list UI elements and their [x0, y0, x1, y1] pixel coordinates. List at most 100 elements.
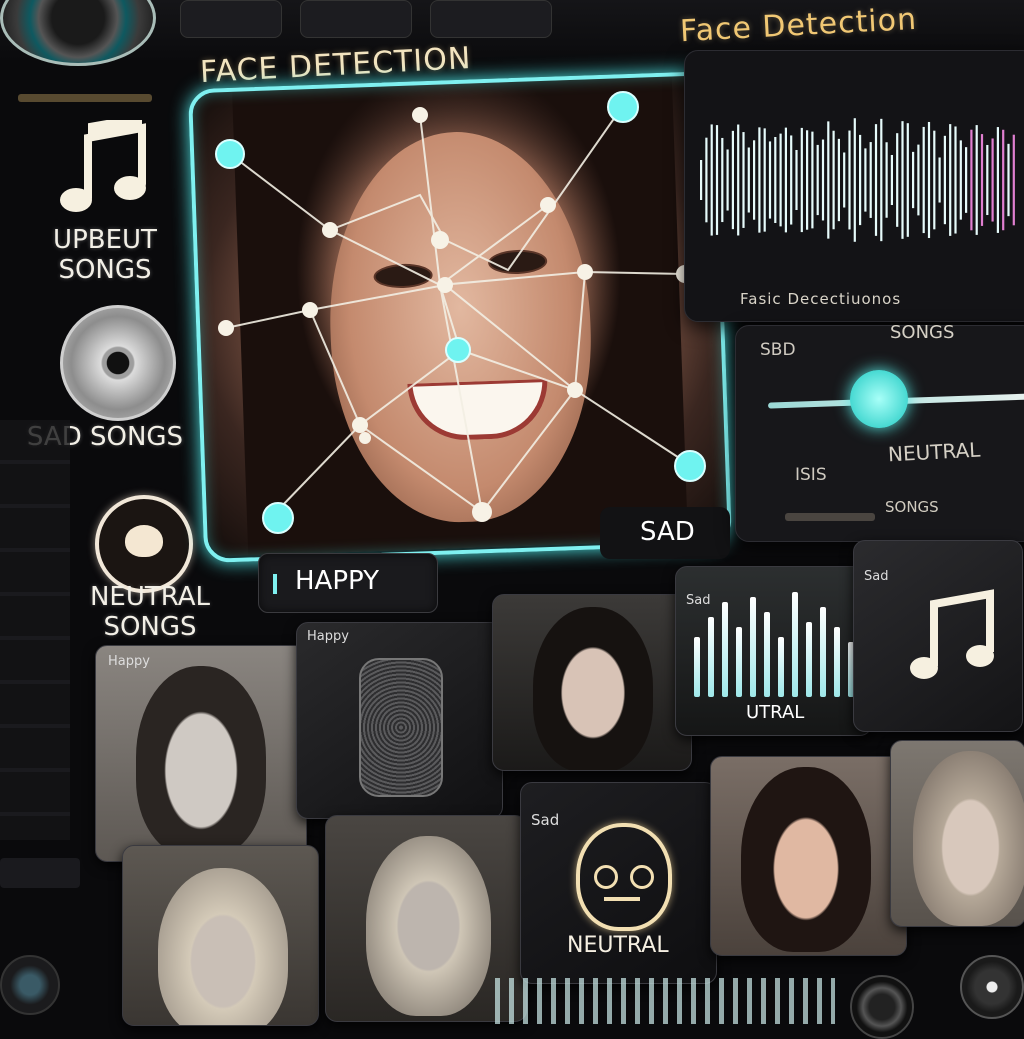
waveform-line	[774, 137, 777, 223]
waveform-line	[742, 132, 745, 228]
waveform-line	[832, 130, 835, 230]
waveform-line	[768, 141, 772, 219]
waveform-line	[821, 139, 825, 221]
songs-footer-bar	[785, 513, 875, 521]
waveform-line	[922, 126, 925, 234]
waveform-line	[959, 140, 962, 220]
waveform-line	[965, 147, 968, 213]
tile-brunette-face[interactable]	[710, 756, 907, 956]
waveform-line	[758, 127, 761, 233]
waveform-line	[864, 148, 867, 212]
sad-chip[interactable]: SAD	[600, 507, 730, 559]
waveform-caption: Fasic Decectiuonos	[740, 290, 902, 308]
sidebar-item-label: UPBEUT SONGS	[53, 225, 157, 285]
bottom-right-knob-icon[interactable]	[960, 955, 1024, 1019]
waveform-line	[721, 137, 724, 223]
tile-caption: UTRAL	[746, 702, 805, 723]
tile-caption: NEUTRAL	[567, 933, 669, 958]
left-edge-strip	[0, 420, 70, 840]
waveform-line	[943, 135, 946, 225]
tile-happy-microphone[interactable]: Happy	[296, 622, 503, 819]
waveform-line	[726, 149, 729, 211]
tile-light-face[interactable]	[890, 740, 1024, 927]
waveform-line	[954, 126, 957, 234]
waveform-line	[927, 121, 931, 239]
face-portrait	[366, 836, 491, 1016]
waveform-line	[859, 134, 862, 226]
sad-label: SAD	[640, 517, 695, 547]
waveform-line	[747, 147, 750, 213]
emotion-slider-thumb[interactable]	[850, 370, 908, 428]
waveform-bars	[694, 587, 859, 697]
microphone-icon	[359, 658, 443, 797]
happy-chip[interactable]: HAPPY	[258, 553, 438, 613]
songs-label: SONGS	[890, 322, 955, 343]
waveform-line	[991, 138, 994, 222]
waveform-line	[753, 140, 756, 220]
waveform-line	[874, 124, 878, 236]
waveform-line	[790, 135, 793, 225]
waveform-line	[827, 121, 830, 239]
waveform-line	[885, 142, 888, 218]
left-edge-caption	[0, 858, 80, 888]
waveform-line	[970, 129, 973, 231]
music-note-icon	[910, 589, 994, 679]
waveform-line	[917, 144, 920, 216]
tile-happy-face[interactable]: Happy	[95, 645, 307, 862]
tile-sad-waveform[interactable]: Sad UTRAL	[675, 566, 872, 736]
waveform-line	[811, 131, 814, 229]
waveform-line	[806, 130, 809, 230]
left-value: SBD	[760, 340, 796, 360]
bottom-left-knob-icon[interactable]	[0, 955, 60, 1015]
waveform-line	[938, 157, 941, 203]
waveform-line	[1002, 129, 1005, 231]
tile-sad-music-note[interactable]: Sad	[853, 540, 1023, 732]
waveform-line	[837, 138, 840, 222]
waveform-line	[848, 130, 851, 230]
landmark-mesh	[215, 91, 706, 534]
heart-icon	[95, 495, 193, 593]
waveform-line	[710, 124, 713, 236]
waveform-line	[896, 133, 899, 227]
waveform-line	[715, 125, 719, 235]
waveform-line	[980, 134, 984, 226]
waveform-line	[843, 152, 846, 208]
waveform-line	[737, 124, 740, 236]
face-portrait	[913, 751, 1024, 926]
tile-label: Happy	[307, 629, 349, 644]
tile-woman-portrait[interactable]	[492, 594, 692, 771]
tile-blonde-face[interactable]	[122, 845, 319, 1026]
toolbar-button-2[interactable]	[300, 0, 412, 38]
waveform-line	[996, 127, 999, 233]
waveform-line	[853, 118, 856, 242]
waveform-line	[800, 127, 803, 233]
waveform-line	[784, 127, 787, 233]
disc-icon	[60, 305, 176, 421]
waveform-line	[890, 154, 893, 206]
left-value-2: ISIS	[795, 465, 827, 485]
waveform-line	[816, 144, 819, 216]
waveform-line	[1012, 134, 1015, 226]
waveform-line	[901, 121, 904, 239]
songs-footer-label: SONGS	[885, 498, 939, 516]
waveform-graph	[700, 118, 1015, 242]
tile-label: Sad	[531, 811, 560, 829]
face-portrait	[136, 666, 266, 856]
face-portrait	[741, 767, 871, 952]
tile-sad-neutral[interactable]: Sad NEUTRAL	[520, 782, 717, 984]
sidebar-caption-bar	[18, 94, 152, 102]
waveform-line	[869, 142, 872, 218]
face-portrait	[158, 868, 288, 1025]
tile-label: Happy	[108, 654, 150, 669]
waveform-line	[949, 124, 952, 236]
waveform-line	[975, 125, 978, 235]
waveform-line	[912, 151, 915, 209]
toolbar-button-3[interactable]	[430, 0, 552, 38]
bottom-waveform	[495, 978, 835, 1024]
toolbar-button-1[interactable]	[180, 0, 282, 38]
waveform-line	[731, 130, 734, 230]
waveform-line	[906, 123, 909, 237]
music-note-icon	[60, 120, 146, 212]
sidebar-item-upbeat[interactable]: UPBEUT SONGS	[20, 120, 200, 300]
bottom-knob-icon[interactable]	[850, 975, 914, 1039]
